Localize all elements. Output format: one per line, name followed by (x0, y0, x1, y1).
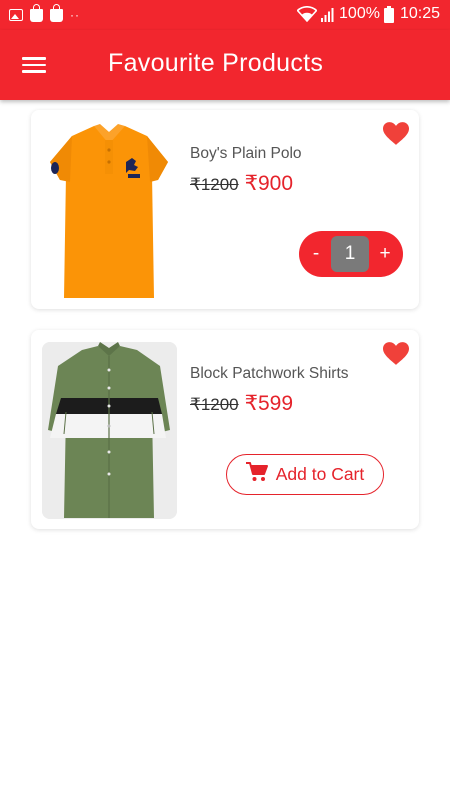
more-dots-icon: ·· (70, 7, 80, 22)
price-row: ₹1200 ₹599 (190, 391, 293, 416)
favourite-heart-icon[interactable] (383, 342, 409, 366)
product-card[interactable]: Block Patchwork Shirts ₹1200 ₹599 Add to… (31, 330, 419, 529)
signal-icon (321, 7, 335, 22)
battery-percent: 100% (339, 5, 380, 22)
product-image-shirt (42, 342, 177, 519)
product-name: Block Patchwork Shirts (190, 365, 349, 382)
status-bar: ·· 100% 10:25 (0, 0, 450, 30)
quantity-value: 1 (331, 236, 369, 272)
add-to-cart-button[interactable]: Add to Cart (226, 454, 384, 495)
old-price: ₹1200 (190, 175, 239, 194)
price-row: ₹1200 ₹900 (190, 171, 293, 196)
shopping-bag-icon (50, 4, 63, 22)
shopping-bag-icon (30, 4, 43, 22)
new-price: ₹900 (244, 172, 294, 195)
product-name: Boy's Plain Polo (190, 145, 302, 162)
decrease-quantity-button[interactable]: - (299, 243, 331, 265)
shopping-cart-icon (245, 462, 268, 487)
favourite-heart-icon[interactable] (383, 122, 409, 146)
add-to-cart-label: Add to Cart (275, 464, 365, 484)
new-price: ₹599 (244, 392, 294, 415)
status-time: 10:25 (399, 5, 440, 22)
status-right-icons: 100% 10:25 (297, 5, 440, 23)
page-title: Favourite Products (108, 49, 324, 77)
app-bar: Favourite Products (0, 30, 450, 100)
hamburger-menu-icon[interactable] (22, 55, 48, 75)
battery-icon (383, 5, 394, 23)
wifi-icon (297, 6, 318, 22)
increase-quantity-button[interactable]: + (369, 243, 401, 265)
old-price: ₹1200 (190, 395, 239, 414)
image-icon (9, 8, 23, 21)
status-left-icons: ·· (9, 4, 80, 22)
quantity-stepper: - 1 + (299, 231, 403, 277)
product-card[interactable]: Boy's Plain Polo ₹1200 ₹900 - 1 + (31, 110, 419, 309)
product-image-polo (42, 122, 177, 299)
